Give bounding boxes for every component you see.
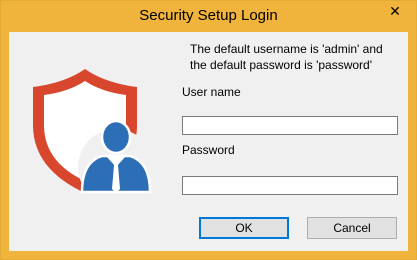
ok-button[interactable]: OK (199, 217, 289, 239)
dialog-body: The default username is 'admin' and the … (9, 32, 408, 251)
info-line-1: The default username is 'admin' and (190, 42, 383, 56)
close-icon: ✕ (389, 2, 401, 19)
shield-user-icon (30, 67, 155, 205)
password-field[interactable] (182, 176, 398, 195)
user-head (100, 119, 132, 155)
login-window: Security Setup Login ✕ The default usern… (0, 0, 417, 260)
default-credentials-note: The default username is 'admin' and the … (190, 41, 400, 73)
password-label: Password (182, 143, 235, 157)
username-field[interactable] (182, 116, 398, 135)
shield-user-graphic (33, 69, 154, 205)
username-label: User name (182, 85, 241, 99)
title-bar[interactable]: Security Setup Login ✕ (1, 1, 416, 32)
info-line-2: the default password is 'password' (190, 58, 373, 72)
cancel-button[interactable]: Cancel (307, 217, 397, 239)
window-title: Security Setup Login (139, 7, 278, 24)
close-button[interactable]: ✕ (382, 1, 408, 21)
